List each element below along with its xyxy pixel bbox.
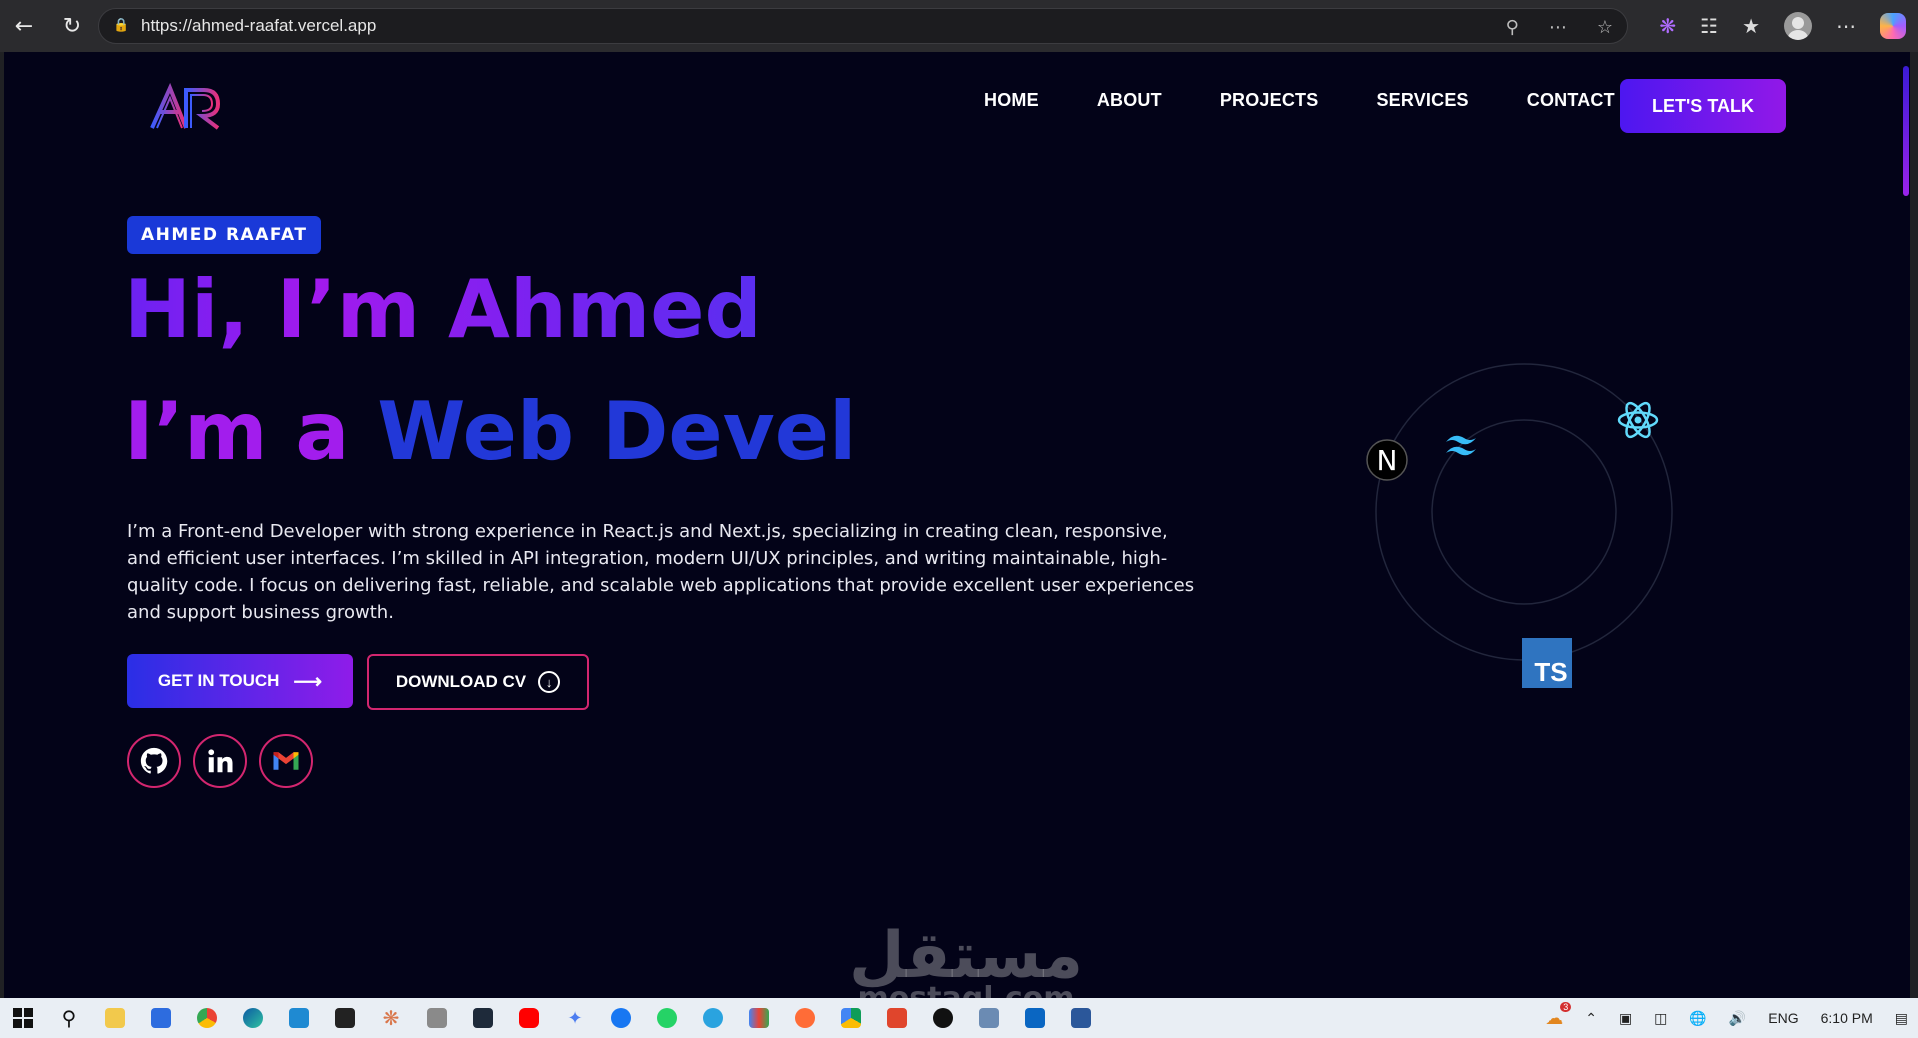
hero-typed-role: Web Devel [377,385,857,478]
address-bar[interactable]: 🔒 https://ahmed-raafat.vercel.app ⚲ ⋯ ☆ [98,8,1628,44]
windows-start-icon[interactable] [8,1003,38,1033]
gmail-icon [273,752,299,770]
arrow-right-icon: ⟶ [293,670,323,693]
page-viewport: HOME ABOUT PROJECTS SERVICES CONTACT LET… [4,52,1910,998]
office-icon[interactable] [882,1003,912,1033]
nextjs-glyph: N [1377,444,1398,477]
hero-typed-line: I’m a Web Devel [124,392,856,472]
github-taskbar-icon[interactable] [928,1003,958,1033]
youtube-icon[interactable] [514,1003,544,1033]
facebook-icon[interactable] [606,1003,636,1033]
gmail-taskbar-icon[interactable] [744,1003,774,1033]
extensions-puzzle-icon[interactable]: ☷ [1700,14,1718,38]
gemini-icon[interactable]: ✦ [560,1003,590,1033]
linkedin-icon [208,749,233,773]
react-icon [1617,401,1659,439]
vscode-icon[interactable] [284,1003,314,1033]
lets-talk-button[interactable]: LET'S TALK [1620,79,1786,133]
hero-typed-prefix: I’m a [124,385,378,478]
download-cv-label: DOWNLOAD CV [395,672,527,691]
ar-logo-icon[interactable] [146,82,226,132]
linkedin-link[interactable] [193,734,247,788]
search-icon[interactable]: ⚲ [54,1003,84,1033]
more-menu-icon[interactable]: ⋯ [1836,14,1856,38]
weather-icon[interactable]: ☁ 3 [1545,1001,1572,1029]
nav-projects[interactable]: PROJECTS [1220,90,1319,111]
app-icon-dark[interactable] [330,1003,360,1033]
app-icon-gray[interactable] [422,1003,452,1033]
whatsapp-icon[interactable] [652,1003,682,1033]
nav-services[interactable]: SERVICES [1376,90,1468,111]
address-url: https://ahmed-raafat.vercel.app [141,16,377,35]
google-drive-icon[interactable] [836,1003,866,1033]
lock-icon: 🔒 [113,18,130,33]
copilot-icon[interactable] [1880,13,1906,39]
profile-avatar-icon[interactable] [1784,12,1812,40]
typescript-label: TS [1534,657,1567,687]
claude-icon[interactable]: ❋ [376,1003,406,1033]
typescript-icon: TS [1522,638,1572,688]
name-badge: AHMED RAAFAT [127,216,322,254]
weather-badge: 3 [1560,1001,1572,1012]
mostaql-watermark: مستقل mostaql.com [836,924,1096,998]
store-icon[interactable] [146,1003,176,1033]
back-arrow-icon[interactable]: ← [6,8,42,44]
chrome-icon[interactable] [192,1003,222,1033]
edge-icon[interactable] [238,1003,268,1033]
watermark-latin: mostaql.com [836,984,1096,999]
tech-orbit: N TS [1366,363,1673,688]
hero-greeting: Hi, I’m Ahmed [124,263,762,356]
refresh-icon[interactable]: ↻ [54,8,90,44]
volume-icon[interactable]: 🔊 [1729,1010,1746,1027]
notifications-icon[interactable]: ▤ [1895,1010,1908,1027]
app-icon-blue-window[interactable] [974,1003,1004,1033]
hero-description: I’m a Front-end Developer with strong ex… [127,521,1195,623]
telegram-icon[interactable] [698,1003,728,1033]
system-tray: ☁ 3 ⌃ ▣ ◫ 🌐 🔊 ENG 6:10 PM ▤ [1545,998,1908,1038]
file-explorer-icon[interactable] [100,1003,130,1033]
nav-home[interactable]: HOME [984,90,1039,111]
network-globe-icon[interactable]: 🌐 [1689,1010,1706,1027]
browser-toolbar: ← ↻ 🔒 https://ahmed-raafat.vercel.app ⚲ … [0,0,1918,52]
word-icon[interactable] [1066,1003,1096,1033]
nextjs-icon: N [1366,439,1408,481]
get-in-touch-button[interactable]: GET IN TOUCH ⟶ [127,654,353,708]
battery-icon[interactable]: ◫ [1654,1010,1667,1027]
favorite-star-icon[interactable]: ☆ [1597,17,1613,38]
get-in-touch-label: GET IN TOUCH [157,671,280,690]
app-icon-react-devtools[interactable] [468,1003,498,1033]
download-icon: ↓ [538,671,561,693]
page-scrollbar[interactable] [1902,52,1910,998]
reading-mode-icon[interactable]: ⋯ [1549,17,1567,38]
clock[interactable]: 6:10 PM [1821,1010,1873,1026]
postman-icon[interactable] [790,1003,820,1033]
linkedin-taskbar-icon[interactable] [1020,1003,1050,1033]
download-cv-button[interactable]: DOWNLOAD CV ↓ [367,654,589,710]
main-nav: HOME ABOUT PROJECTS SERVICES CONTACT [984,90,1615,111]
nav-contact[interactable]: CONTACT [1527,90,1615,111]
github-icon [140,747,168,774]
chevron-up-icon[interactable]: ⌃ [1585,1010,1597,1027]
language-indicator[interactable]: ENG [1768,1010,1798,1026]
watermark-arabic: مستقل [848,919,1084,993]
zoom-icon[interactable]: ⚲ [1506,17,1519,38]
windows-taskbar: ⚲ ❋ ✦ ☁ 3 ⌃ ▣ ◫ 🌐 🔊 ENG 6:10 PM ▤ [0,998,1918,1038]
meet-icon[interactable]: ▣ [1619,1010,1632,1027]
github-link[interactable] [127,734,181,788]
extension-brain-icon[interactable]: ❋ [1659,14,1676,38]
nav-about[interactable]: ABOUT [1097,90,1162,111]
gmail-link[interactable] [259,734,313,788]
favorites-icon[interactable]: ★ [1742,14,1760,38]
scrollbar-thumb[interactable] [1903,66,1909,196]
